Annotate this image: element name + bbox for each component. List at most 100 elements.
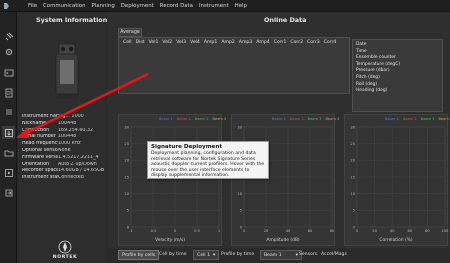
y-tick-label: 25	[124, 142, 129, 146]
system-information-title: System Information	[36, 16, 108, 24]
rail-download-button[interactable]	[2, 126, 15, 139]
info-label: Instrument name	[22, 114, 58, 119]
velocity-plot: Beam 1 Beam 2 Beam 3 Beam 4 30 25 20 15 10 5 0 -1 -0…	[118, 114, 226, 246]
x-tick-label: 0	[174, 229, 177, 233]
info-value: Sig... 1000	[58, 114, 84, 119]
grid-column-header: Vel4	[190, 40, 200, 45]
parameter-item[interactable]: Heading (deg)	[356, 88, 439, 95]
y-tick-label: 20	[124, 159, 129, 163]
info-value: None	[58, 147, 71, 153]
instrument-image	[55, 43, 79, 99]
menu-help[interactable]: Help	[235, 3, 247, 9]
rail-export-button[interactable]	[2, 186, 15, 199]
y-tick-label: 10	[124, 192, 129, 196]
chevron-down-icon: ▾	[212, 252, 216, 258]
rail-play-button[interactable]	[2, 166, 15, 179]
rail-data-button[interactable]	[2, 146, 15, 159]
x-tick-label: 0	[243, 229, 246, 233]
x-tick-label: 80	[425, 229, 430, 233]
folder-icon	[4, 150, 13, 156]
y-tick-label: 30	[237, 125, 242, 129]
beam-select-value: Beam 1	[264, 252, 282, 258]
rail-terminal-button[interactable]	[2, 66, 15, 79]
rail-list-button[interactable]	[2, 105, 15, 118]
parameter-item[interactable]: Ensemble counter	[356, 55, 439, 62]
y-tick-label: 15	[124, 175, 129, 179]
main-menu: File Communication Planning Deployment R…	[28, 3, 247, 9]
info-label: Head frequency	[22, 141, 58, 147]
x-tick-label: 60	[308, 229, 313, 233]
y-tick-label: 5	[127, 209, 129, 213]
info-label: Optional sensors	[22, 147, 58, 153]
x-tick-label: 0.5	[194, 229, 200, 233]
info-row: Instrument stateConnected	[22, 175, 106, 182]
grid-column-header: Amp1	[203, 40, 218, 45]
y-tick-label: 30	[350, 125, 355, 129]
plot-canvas: 302520151050-1 -0.5 0 0.5 1	[124, 125, 220, 233]
grid-column-header: Corr3	[307, 40, 320, 45]
system-info-table: Instrument nameSig... 1000 Nickname 10044…	[22, 114, 106, 182]
y-tick-label: 5	[240, 209, 242, 213]
x-tick-label: 60	[408, 229, 413, 233]
info-row: Orientation Auto Z up/Down	[22, 162, 106, 169]
profile-by-cells-button[interactable]: Profile by cells	[118, 250, 160, 260]
tooltip: Signature Deployment Deployment planning…	[147, 141, 269, 179]
info-value: 14.60GB / 14.65GB	[58, 168, 105, 174]
x-tick-label: 100	[442, 229, 449, 233]
sensors-tab[interactable]: Sensors	[299, 252, 317, 257]
grid-column-header: Corr4	[323, 40, 337, 45]
grid-column-header: Vel3	[176, 40, 187, 45]
accel-mags-tab[interactable]: Accel/Mags	[321, 252, 347, 257]
parameter-item[interactable]: Pitch (deg)	[356, 75, 439, 82]
rail-planning-button[interactable]	[2, 45, 15, 58]
grid-column-header: Amp2	[221, 40, 235, 45]
cell-select-value: Cell 1	[197, 252, 210, 258]
x-tick-label: 20	[264, 229, 269, 233]
info-value: Auto Z up/Down	[58, 161, 97, 167]
x-axis-label: Amplitude (dB)	[266, 238, 300, 243]
terminal-icon	[4, 69, 13, 76]
x-tick-label: 80	[330, 229, 335, 233]
y-tick-label: 15	[350, 175, 355, 179]
play-icon	[4, 168, 13, 177]
online-data-grid[interactable]: Cell Dist Vel1 Vel2 Vel3 Vel4 Amp1 Amp2 Amp3 Amp4…	[118, 37, 350, 94]
info-row: Instrument nameSig... 1000	[22, 114, 106, 121]
x-tick-label: 40	[390, 229, 395, 233]
rail-deployment-button[interactable]	[2, 86, 15, 99]
grid-column-header: Corr2	[290, 40, 304, 45]
menu-communication[interactable]: Communication	[43, 3, 86, 9]
info-label: Connection	[22, 127, 50, 133]
info-row: Recorder space 14.60GB / 14.65GB	[22, 168, 106, 175]
export-icon	[5, 189, 12, 196]
view-mode-bar: Profile by cells Cell by time Cell 1 ▾ P…	[107, 248, 450, 263]
sensor-parameter-list[interactable]: Date Time Ensemble counter Temperature (deg…	[352, 39, 443, 112]
rail-connect-button[interactable]	[2, 30, 15, 43]
document-icon	[5, 88, 12, 97]
menu-planning[interactable]: Planning	[92, 3, 115, 9]
beam-select[interactable]: Beam 1 ▾	[260, 250, 302, 260]
app-logo-icon	[4, 3, 9, 9]
info-row: Optional sensorsNone	[22, 148, 106, 155]
online-data-panel: Online Data Average Cell Dist Vel1 Vel2 Vel3…	[107, 12, 450, 263]
plug-icon	[5, 32, 13, 40]
info-value: Connected	[58, 175, 84, 181]
menu-bar: File Communication Planning Deployment R…	[0, 0, 450, 12]
menu-file[interactable]: File	[28, 3, 37, 9]
menu-instrument[interactable]: Instrument	[199, 3, 229, 9]
info-value: 1000 kHz	[58, 141, 81, 147]
x-tick-label: -0.5	[149, 229, 156, 233]
x-tick-label: 40	[286, 229, 291, 233]
y-tick-label: 30	[124, 125, 129, 129]
menu-record-data[interactable]: Record Data	[160, 3, 193, 9]
profile-by-time-label: Profile by time	[221, 252, 255, 257]
info-row: Serial number 100448	[22, 134, 106, 141]
info-row: Connection 169.254.60.32	[22, 128, 106, 135]
menu-deployment[interactable]: Deployment	[121, 3, 154, 9]
plot-canvas: 3025201510500 20 40 60 80 100	[350, 125, 449, 233]
parameter-item[interactable]: Pressure (dbar)	[356, 68, 439, 75]
y-tick-label: 20	[350, 159, 355, 163]
x-axis-label: Velocity (m/s)	[154, 238, 186, 243]
tab-average[interactable]: Average	[118, 28, 142, 37]
parameter-item[interactable]: Date	[356, 42, 439, 49]
cell-select[interactable]: Cell 1 ▾	[193, 250, 220, 260]
